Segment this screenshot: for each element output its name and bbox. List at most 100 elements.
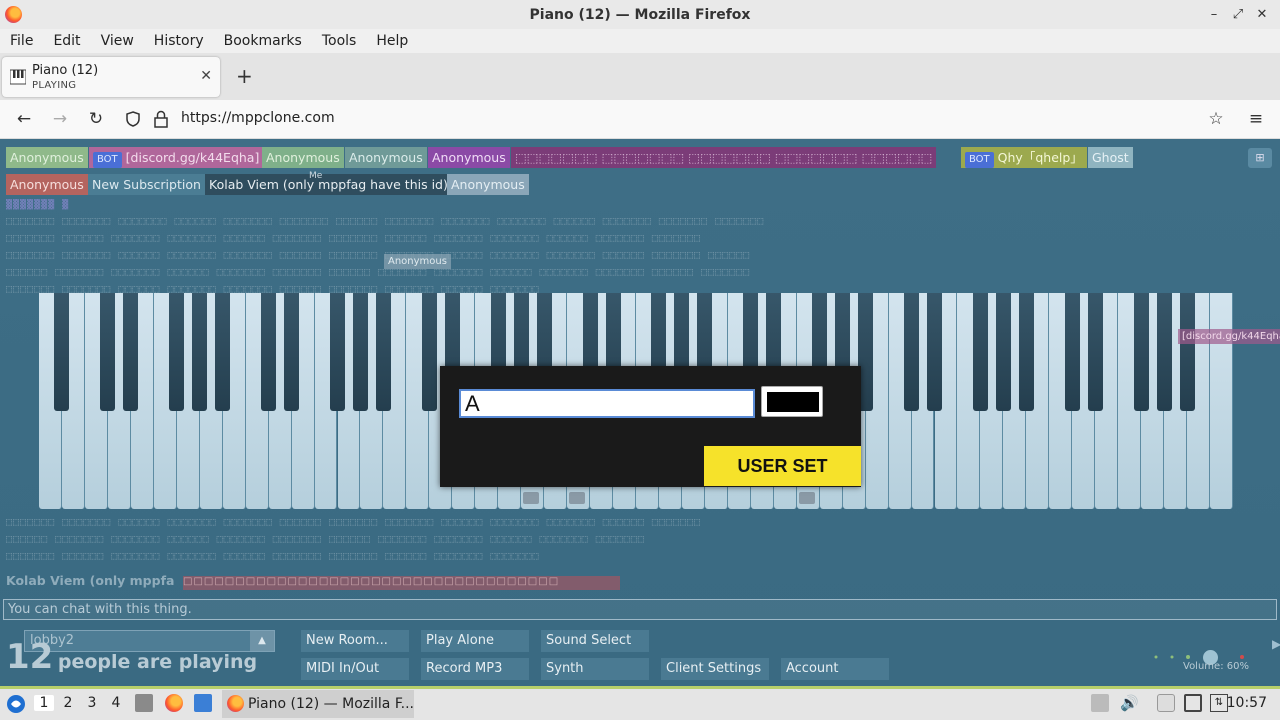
user-tag[interactable]: New Subscription [88, 174, 205, 195]
url-bar[interactable]: https://mppclone.com [181, 110, 335, 126]
black-key[interactable] [1018, 293, 1034, 411]
black-key[interactable] [1156, 293, 1172, 411]
black-key[interactable] [995, 293, 1011, 411]
set-name-dialog: A USER SET [440, 366, 861, 487]
start-menu-icon[interactable] [6, 694, 26, 714]
black-key[interactable] [192, 293, 208, 411]
tab-title: Piano (12) [32, 63, 99, 78]
play-alone-button[interactable]: Play Alone [421, 630, 529, 652]
tray-up-icon[interactable] [1091, 694, 1109, 712]
user-tag[interactable]: BOT [discord.gg/k44Eqha] [89, 147, 264, 168]
white-key[interactable] [1210, 293, 1233, 509]
window-launcher-icon[interactable] [194, 694, 212, 712]
black-key[interactable] [100, 293, 116, 411]
menu-tools[interactable]: Tools [312, 33, 367, 49]
volume-label: Volume: 60% [1183, 661, 1249, 672]
rooms-toggle-icon[interactable]: ⊞ [1248, 148, 1272, 168]
bot-badge: BOT [93, 152, 122, 168]
user-tag[interactable]: BOT Qhy「qhelp」 [961, 147, 1087, 168]
account-button[interactable]: Account [781, 658, 889, 680]
black-key[interactable] [352, 293, 368, 411]
restore-icon[interactable]: ⤢ [1230, 4, 1246, 24]
user-tag[interactable]: Kolab Viem (only mppfag have this id) [205, 174, 452, 195]
black-key[interactable] [123, 293, 139, 411]
glyph-noise-2: ⬚⬚⬚⬚⬚⬚⬚ ⬚⬚⬚⬚⬚⬚ ⬚⬚⬚⬚⬚⬚⬚ ⬚⬚⬚⬚⬚⬚⬚ ⬚⬚⬚⬚⬚⬚ ⬚⬚… [6, 233, 702, 244]
user-tag-name: Ghost [1092, 150, 1129, 165]
file-manager-icon[interactable] [135, 694, 153, 712]
new-tab-icon[interactable]: + [236, 64, 253, 88]
volume-icon[interactable]: 🔊 [1120, 694, 1139, 712]
firefox-launcher-icon[interactable] [165, 694, 183, 712]
user-tag[interactable]: Anonymous [262, 147, 344, 168]
reload-icon[interactable]: ↻ [85, 108, 107, 130]
tab-close-icon[interactable]: ✕ [200, 68, 212, 84]
minimize-icon[interactable]: – [1206, 4, 1222, 24]
synth-button[interactable]: Synth [541, 658, 649, 680]
menu-view[interactable]: View [91, 33, 144, 49]
user-tag[interactable]: Anonymous [6, 147, 88, 168]
player-count-label: people are playing [57, 651, 258, 673]
user-tag[interactable]: Anonymous [345, 147, 427, 168]
black-key[interactable] [284, 293, 300, 411]
black-key[interactable] [261, 293, 277, 411]
black-key[interactable] [215, 293, 231, 411]
client-settings-button[interactable]: Client Settings [661, 658, 769, 680]
workspace-2[interactable]: 2 [58, 695, 78, 711]
network-icon[interactable]: ⇅ [1210, 694, 1228, 712]
user-tag[interactable]: Anonymous [6, 174, 88, 195]
black-key[interactable] [1064, 293, 1080, 411]
workspace-1[interactable]: 1 [34, 695, 54, 711]
hamburger-menu-icon[interactable]: ≡ [1245, 108, 1267, 130]
color-swatch-fill [767, 392, 819, 412]
forward-arrow-icon[interactable]: → [49, 108, 71, 130]
menu-bar: File Edit View History Bookmarks Tools H… [0, 29, 1280, 53]
glyph-noise-4: ⬚⬚⬚⬚⬚⬚ ⬚⬚⬚⬚⬚⬚⬚ ⬚⬚⬚⬚⬚⬚⬚ ⬚⬚⬚⬚⬚⬚ ⬚⬚⬚⬚⬚⬚⬚ ⬚⬚… [6, 267, 751, 278]
sound-select-button[interactable]: Sound Select [541, 630, 649, 652]
bookmark-star-icon[interactable]: ☆ [1205, 108, 1227, 130]
workspace-3[interactable]: 3 [82, 695, 102, 711]
user-tag-name: Qhy「qhelp」 [997, 150, 1083, 165]
user-set-button[interactable]: USER SET [704, 446, 861, 486]
shield-icon[interactable] [124, 110, 142, 128]
midi-in-out-button[interactable]: MIDI In/Out [301, 658, 409, 680]
user-tag[interactable]: Anonymous [428, 147, 510, 168]
user-color-picker[interactable] [761, 386, 823, 417]
black-key[interactable] [904, 293, 920, 411]
glyph-noise-6: ⬚⬚⬚⬚⬚⬚⬚ ⬚⬚⬚⬚⬚⬚⬚ ⬚⬚⬚⬚⬚⬚ ⬚⬚⬚⬚⬚⬚⬚ ⬚⬚⬚⬚⬚⬚⬚ ⬚… [6, 517, 702, 528]
black-key[interactable] [375, 293, 391, 411]
menu-help[interactable]: Help [366, 33, 418, 49]
chat-input[interactable]: You can chat with this thing. [3, 599, 1277, 620]
black-key[interactable] [421, 293, 437, 411]
username-input[interactable]: A [459, 389, 755, 418]
menu-bookmarks[interactable]: Bookmarks [214, 33, 312, 49]
menu-history[interactable]: History [144, 33, 214, 49]
glyph-noise-8: ⬚⬚⬚⬚⬚⬚⬚ ⬚⬚⬚⬚⬚⬚ ⬚⬚⬚⬚⬚⬚⬚ ⬚⬚⬚⬚⬚⬚⬚ ⬚⬚⬚⬚⬚⬚ ⬚⬚… [6, 551, 540, 562]
workspace-4[interactable]: 4 [106, 695, 126, 711]
menu-edit[interactable]: Edit [43, 33, 90, 49]
tab-piano[interactable]: Piano (12) PLAYING ✕ [2, 57, 220, 97]
firefox-task-icon [227, 695, 244, 712]
black-key[interactable] [1179, 293, 1195, 411]
back-arrow-icon[interactable]: ← [13, 108, 35, 130]
clipboard-icon[interactable] [1157, 694, 1175, 712]
user-tag-name: ⬚⬚⬚⬚⬚⬚⬚ ⬚⬚⬚⬚⬚⬚⬚ ⬚⬚⬚⬚⬚⬚⬚ ⬚⬚⬚⬚⬚⬚⬚ ⬚⬚⬚⬚⬚⬚ [515, 150, 933, 165]
black-key[interactable] [972, 293, 988, 411]
black-key[interactable] [330, 293, 345, 411]
taskbar-firefox-window[interactable]: Piano (12) — Mozilla F... [222, 690, 414, 718]
black-key[interactable] [927, 293, 942, 411]
black-key[interactable] [1133, 293, 1149, 411]
close-window-icon[interactable]: ✕ [1254, 4, 1270, 24]
user-tag-name: Anonymous [432, 150, 506, 165]
black-key[interactable] [54, 293, 70, 411]
user-tag[interactable]: ⬚⬚⬚⬚⬚⬚⬚ ⬚⬚⬚⬚⬚⬚⬚ ⬚⬚⬚⬚⬚⬚⬚ ⬚⬚⬚⬚⬚⬚⬚ ⬚⬚⬚⬚⬚⬚ [511, 147, 937, 168]
black-key[interactable] [169, 293, 185, 411]
lock-icon[interactable] [153, 110, 169, 128]
black-key[interactable] [1087, 293, 1103, 411]
user-tag[interactable]: Ghost [1088, 147, 1133, 168]
record-mp3-button[interactable]: Record MP3 [421, 658, 529, 680]
user-tag-name: Anonymous [451, 177, 525, 192]
new-room-button[interactable]: New Room... [301, 630, 409, 652]
display-icon[interactable] [1184, 694, 1202, 712]
user-tag[interactable]: Anonymous [447, 174, 529, 195]
menu-file[interactable]: File [0, 33, 43, 49]
